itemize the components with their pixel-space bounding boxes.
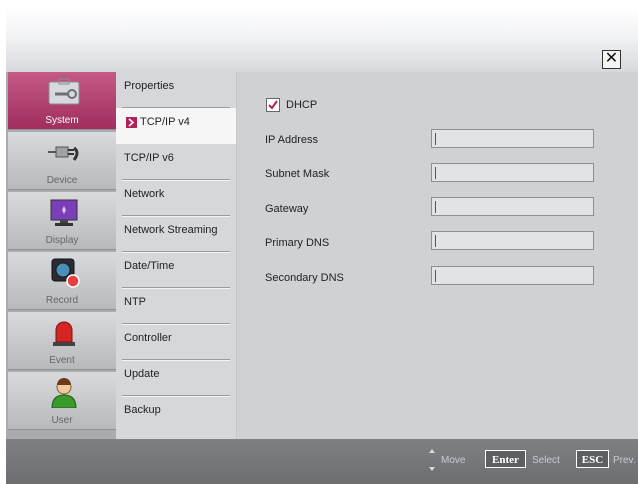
tab-label: User (51, 415, 73, 426)
menu-item-controller[interactable]: Controller (116, 324, 236, 360)
text-caret (435, 235, 436, 247)
checkmark-icon (268, 100, 278, 110)
menu-item-label: Date/Time (124, 260, 175, 272)
menu-item-label: NTP (124, 296, 146, 308)
menu-item-network-streaming[interactable]: Network Streaming (116, 216, 236, 252)
dialog-titlebar: ✕ (6, 6, 638, 72)
prev-hint: Prev. (613, 455, 636, 466)
subnet-mask-field[interactable] (431, 163, 594, 182)
menu-item-network[interactable]: Network (116, 180, 236, 216)
tab-user[interactable]: User (8, 372, 116, 430)
dhcp-checkbox[interactable] (266, 98, 280, 112)
category-tabs: System Device Display Record Event User (6, 72, 116, 439)
tab-label: Device (46, 175, 78, 186)
footer-hints: Move Enter Select ESC Prev. (6, 439, 638, 484)
menu-item-update[interactable]: Update (116, 360, 236, 396)
subnet-mask-label: Subnet Mask (265, 168, 330, 180)
select-hint: Select (532, 455, 560, 466)
primary-dns-field[interactable] (431, 231, 594, 250)
ip-address-label: IP Address (265, 134, 318, 146)
tab-record[interactable]: Record (8, 252, 116, 310)
camera-icon (51, 258, 80, 288)
monitor-icon (50, 199, 78, 226)
text-caret (435, 133, 436, 145)
menu-item-label: Backup (124, 404, 161, 416)
ip-address-field[interactable] (431, 129, 594, 148)
dhcp-label: DHCP (286, 99, 318, 111)
menu-item-label: Controller (124, 332, 172, 344)
wrench-icon (48, 78, 80, 105)
move-hint: Move (441, 455, 466, 466)
submenu: Properties TCP/IP v4 TCP/IP v6 Network N… (116, 72, 236, 439)
menu-item-backup[interactable]: Backup (116, 396, 236, 432)
menu-item-ntp[interactable]: NTP (116, 288, 236, 324)
menu-item-label: TCP/IP v6 (124, 152, 174, 164)
menu-item-label: Properties (124, 80, 175, 92)
tab-label: Event (49, 355, 75, 366)
menu-item-label: Network Streaming (124, 224, 218, 236)
settings-dialog: ✕ System Device Display Record Event Use… (6, 6, 638, 484)
user-icon (51, 378, 77, 408)
menu-item-properties[interactable]: Properties (116, 72, 236, 108)
tab-system[interactable]: System (8, 72, 116, 130)
plug-icon (48, 146, 79, 161)
up-down-arrows-icon (429, 449, 435, 471)
gateway-field[interactable] (431, 197, 594, 216)
text-caret (435, 201, 436, 213)
menu-item-tcpip-v6[interactable]: TCP/IP v6 (116, 144, 236, 180)
menu-item-label: Network (124, 188, 165, 200)
primary-dns-label: Primary DNS (265, 237, 330, 249)
menu-item-label: Update (124, 368, 160, 380)
tab-label: System (45, 115, 79, 126)
secondary-dns-field[interactable] (431, 266, 594, 285)
gateway-label: Gateway (265, 203, 309, 215)
tab-label: Display (45, 235, 79, 246)
tab-device[interactable]: Device (8, 132, 116, 190)
text-caret (435, 270, 436, 282)
enter-key: Enter (485, 450, 526, 468)
tab-event[interactable]: Event (8, 312, 116, 370)
secondary-dns-label: Secondary DNS (265, 272, 344, 284)
close-button[interactable]: ✕ (602, 50, 621, 69)
text-caret (435, 167, 436, 179)
chevron-right-icon (126, 117, 137, 128)
siren-icon (53, 321, 75, 346)
dialog-body: System Device Display Record Event User … (6, 72, 638, 439)
esc-key: ESC (576, 450, 609, 468)
menu-item-tcpip-v4[interactable]: TCP/IP v4 (116, 108, 236, 144)
tab-display[interactable]: Display (8, 192, 116, 250)
tab-label: Record (45, 295, 79, 306)
menu-item-date-time[interactable]: Date/Time (116, 252, 236, 288)
tcpip-v4-form: DHCP IP Address Subnet Mask Gateway Prim… (237, 72, 638, 439)
menu-item-label: TCP/IP v4 (140, 116, 190, 128)
